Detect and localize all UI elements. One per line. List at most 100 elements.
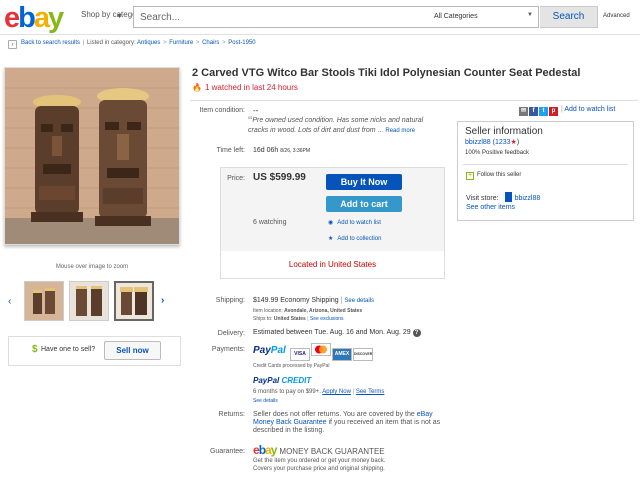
thumbnail-image [25, 282, 63, 320]
breadcrumb-antiques[interactable]: Antiques [137, 40, 160, 46]
add-to-watch-list-link[interactable]: Add to watch list [564, 106, 615, 113]
listed-in-label: Listed in category: [86, 40, 136, 46]
paypal-credit-part1: PayPal [253, 376, 282, 385]
breadcrumb-post-1950[interactable]: Post-1950 [228, 40, 255, 46]
breadcrumb-furniture[interactable]: Furniture [169, 40, 193, 46]
see-other-items-link[interactable]: See other items [466, 204, 515, 211]
visit-store-row: Visit store: bbizzl88 [466, 192, 540, 202]
dollar-icon: $ [32, 344, 38, 355]
item-title: 2 Carved VTG Witco Bar Stools Tiki Idol … [192, 67, 581, 79]
paypal-credit-logo: PayPal CREDIT [253, 376, 311, 385]
seller-feedback: 100% Positive feedback [465, 150, 530, 156]
guarantee-logo-text: MONEY BACK GUARANTEE [279, 447, 385, 456]
breadcrumb: ‹ Back to search results | Listed in cate… [8, 40, 256, 49]
item-location: Item location: Avondale, Arizona, United… [253, 308, 362, 314]
returns-label: Returns: [218, 411, 245, 418]
buy-it-now-button[interactable]: Buy It Now [326, 174, 402, 190]
seller-info-title: Seller information [465, 126, 543, 137]
shipping-see-details-link[interactable]: See details [344, 298, 374, 304]
amex-icon: AMEX [332, 348, 352, 361]
price-label: Price: [227, 175, 245, 182]
watched-text: 1 watched in last 24 hours [204, 83, 298, 92]
back-arrow-icon[interactable]: ‹ [8, 40, 17, 49]
eye-icon: ◉ [328, 220, 334, 226]
facebook-icon[interactable]: f [529, 107, 538, 116]
mastercard-icon [311, 343, 331, 356]
time-left-value: 16d 06h 8/26, 3:36PM [253, 147, 310, 154]
item-location-label: Item location: [253, 308, 283, 314]
have-one-to-sell-label: Have one to sell? [41, 346, 96, 353]
condition-description: “Pre owned used condition. Has some nick… [248, 113, 424, 134]
shipping-service: Economy Shipping [280, 297, 339, 304]
add-to-collection-link[interactable]: Add to collection [337, 236, 381, 242]
chevron-down-icon[interactable]: ▼ [116, 13, 123, 20]
ships-to-label: Ships to: [253, 316, 273, 322]
watching-count: 6 watching [253, 219, 287, 226]
paypal-logo-part2: Pal [270, 345, 286, 356]
seller-score-close: ) [516, 139, 520, 146]
guarantee-text-2: Covers your purchase price and original … [253, 466, 385, 472]
category-select[interactable]: All Categories [429, 6, 539, 28]
add-to-cart-button[interactable]: Add to cart [326, 196, 402, 212]
condition-value: -- [253, 106, 259, 115]
time-left-duration: 16d 06h [253, 147, 279, 154]
see-exclusions-link[interactable]: See exclusions [310, 316, 344, 322]
pinterest-icon[interactable]: p [549, 107, 558, 116]
payments-label: Payments: [211, 346, 245, 353]
guarantee-label: Guarantee: [209, 448, 245, 455]
read-more-link[interactable]: Read more [385, 128, 415, 134]
seller-name-link[interactable]: bbizzl88 [465, 139, 491, 146]
search-button[interactable]: Search [540, 6, 598, 28]
chevron-down-icon: ▼ [527, 12, 533, 18]
header-divider [0, 34, 640, 35]
seller-score-link[interactable]: (1233 [493, 139, 511, 146]
watched-alert: 🔥 1 watched in last 24 hours [192, 83, 298, 92]
guarantee-text: Get the item you ordered or get your mon… [253, 457, 443, 473]
thumbnail-1[interactable] [24, 281, 64, 321]
advanced-search-link[interactable]: Advanced [603, 13, 630, 19]
item-location-value: Avondale, Arizona, United States [284, 308, 363, 314]
share-bar: ✉ f t p | Add to watch list [519, 106, 616, 116]
item-location-notice: Located in United States [288, 260, 377, 269]
follow-seller[interactable]: + Follow this seller [466, 172, 521, 180]
sell-now-button[interactable]: Sell now [104, 341, 161, 360]
ebay-logo[interactable]: ebay [4, 3, 64, 33]
paypal-credit-terms: 6 months to pay on $99+. Apply Now | See… [253, 389, 385, 395]
watch-list-row[interactable]: ◉ Add to watch list [328, 219, 381, 226]
payments-see-details-link[interactable]: See details [253, 398, 278, 404]
thumbnail-2[interactable] [69, 281, 109, 321]
thumbnail-3[interactable] [114, 281, 154, 321]
main-product-image[interactable] [4, 67, 180, 245]
search-input[interactable]: Search... [133, 6, 430, 28]
chevron-left-icon[interactable]: ‹ [8, 296, 11, 307]
store-link[interactable]: bbizzl88 [515, 195, 541, 202]
delivery-label: Delivery: [217, 330, 245, 337]
time-left-label: Time left: [216, 147, 245, 154]
cc-processed-note: Credit Cards processed by PayPal [253, 363, 330, 369]
returns-policy: Seller does not offer returns. You are c… [253, 411, 443, 435]
star-icon: ★ [328, 236, 334, 242]
back-to-search-link[interactable]: Back to search results [21, 40, 80, 46]
title-divider [190, 100, 638, 101]
apply-now-link[interactable]: Apply Now [322, 389, 351, 395]
ships-to: Ships to: United States | See exclusions [253, 316, 344, 322]
collection-row[interactable]: ★ Add to collection [328, 235, 381, 242]
twitter-icon[interactable]: t [539, 107, 548, 116]
chevron-right-icon[interactable]: › [161, 295, 164, 306]
add-to-watch-list-link-2[interactable]: Add to watch list [337, 220, 381, 226]
thumbnail-image [116, 283, 152, 319]
returns-text-1: Seller does not offer returns. You are c… [253, 411, 415, 418]
breadcrumb-chairs[interactable]: Chairs [202, 40, 219, 46]
shipping-label: Shipping: [215, 297, 245, 304]
visit-store-label: Visit store: [466, 195, 499, 202]
zoom-hint: Mouse over image to zoom [55, 264, 129, 270]
paypal-credit-part2: CREDIT [281, 376, 312, 385]
info-icon[interactable]: ? [412, 329, 421, 337]
shipping-value: $149.99 Economy Shipping | See details [253, 297, 375, 304]
discover-icon: DISCOVER [353, 348, 373, 361]
seller-name-row: bbizzl88 (1233★) [465, 138, 519, 146]
email-icon[interactable]: ✉ [519, 107, 528, 116]
seller-divider [463, 164, 628, 165]
see-terms-link[interactable]: See Terms [356, 389, 385, 395]
price-value: US $599.99 [253, 172, 306, 183]
